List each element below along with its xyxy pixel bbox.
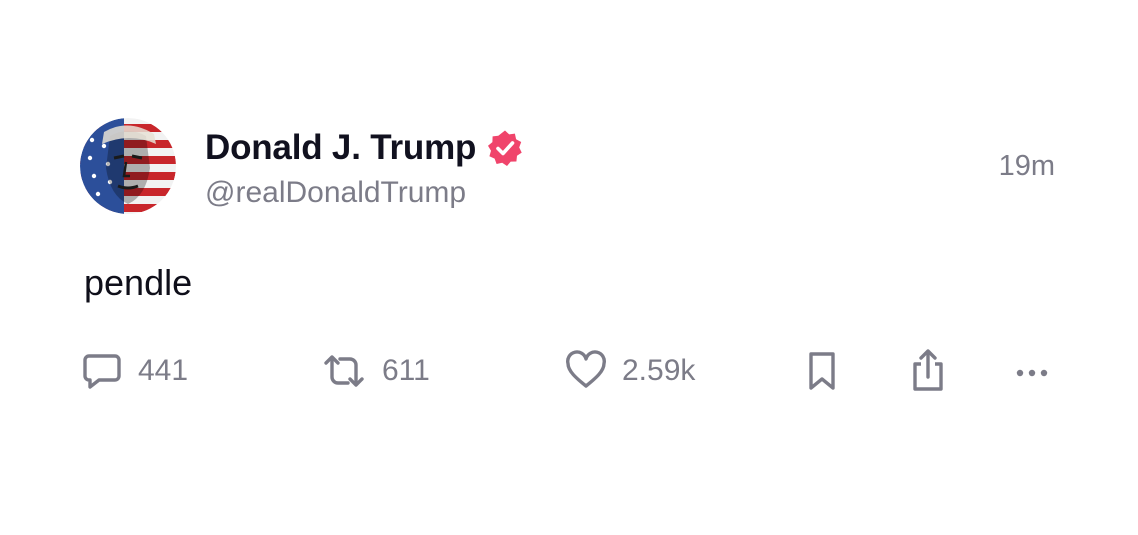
bookmark-icon: [804, 349, 840, 393]
author-avatar[interactable]: [80, 118, 176, 214]
repost-count: 611: [382, 354, 430, 387]
reply-count: 441: [138, 354, 189, 387]
verified-badge-icon: [486, 129, 524, 167]
share-icon: [906, 347, 950, 395]
more-options-button[interactable]: [1012, 346, 1052, 396]
like-button[interactable]: 2.59k: [564, 346, 695, 396]
more-dots-icon: [1012, 349, 1052, 393]
post-text: pendle: [84, 262, 193, 303]
author-name-row: Donald J. Trump: [205, 126, 524, 170]
post-card: Donald J. Trump @realDonaldTrump 19m pen…: [0, 0, 1138, 535]
share-button[interactable]: [906, 346, 950, 396]
reply-bubble-icon: [80, 349, 124, 393]
post-timestamp[interactable]: 19m: [999, 150, 1055, 183]
repost-icon: [320, 349, 368, 393]
author-handle[interactable]: @realDonaldTrump: [205, 176, 524, 210]
author-display-name[interactable]: Donald J. Trump: [205, 128, 476, 168]
bookmark-button[interactable]: [804, 346, 840, 396]
reply-button[interactable]: 441: [80, 346, 188, 396]
author-info: Donald J. Trump @realDonaldTrump: [205, 126, 524, 210]
like-count: 2.59k: [622, 354, 696, 387]
heart-icon: [564, 349, 608, 393]
repost-button[interactable]: 611: [320, 346, 430, 396]
avatar-image: [80, 118, 176, 214]
post-actions-bar: 441 611 2.59k: [0, 346, 1138, 396]
